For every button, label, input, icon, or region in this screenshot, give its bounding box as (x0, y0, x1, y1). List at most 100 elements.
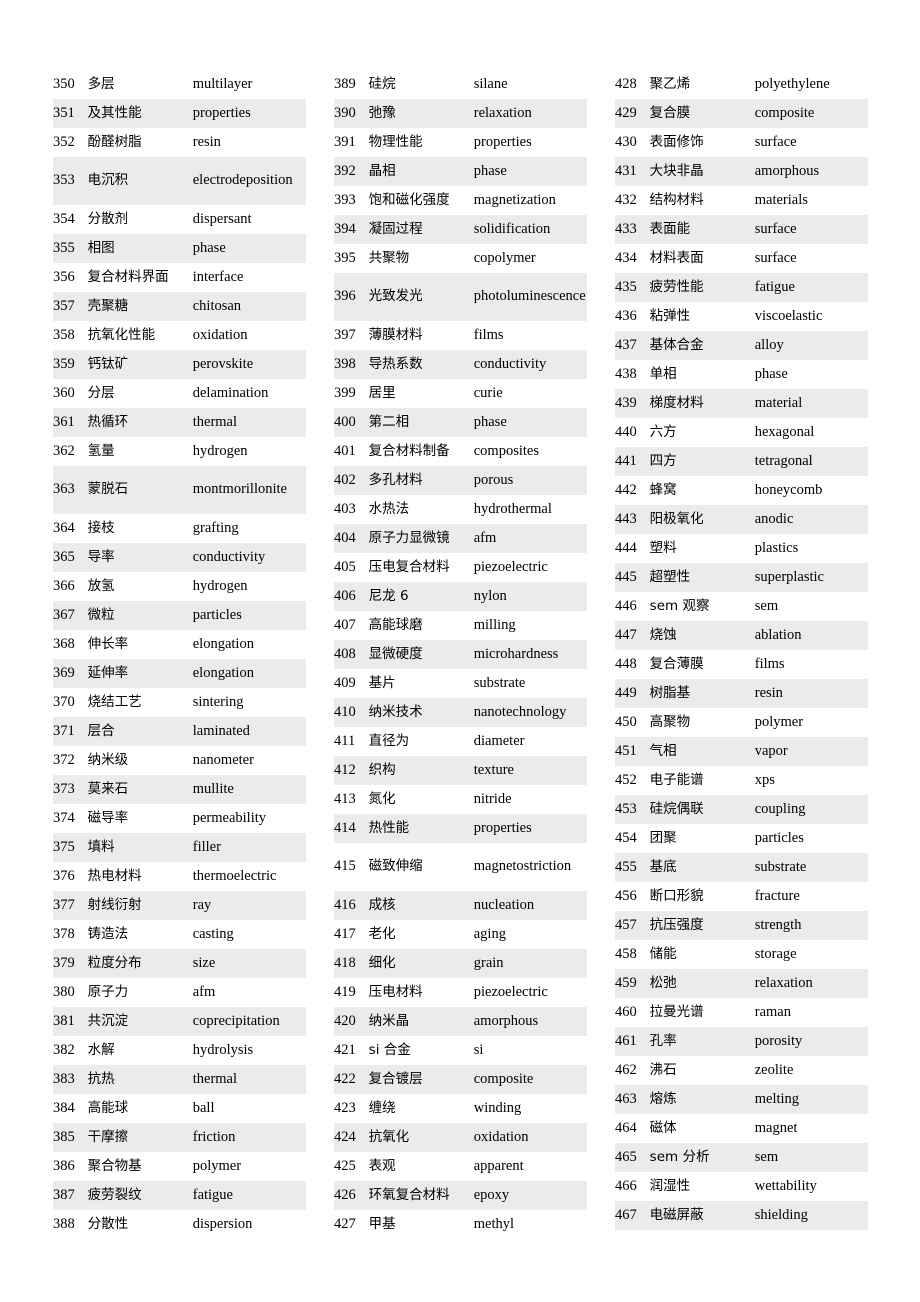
glossary-row: 362 氢量 hydrogen (53, 437, 306, 466)
term-chinese: 聚合物基 (87, 1157, 142, 1174)
term-chinese: 抗压强度 (649, 916, 704, 933)
entry-number: 422 (334, 1070, 356, 1087)
glossary-row: 427 甲基 methyl (334, 1210, 587, 1239)
term-english: hydrolysis (192, 1041, 254, 1058)
glossary-table-middle: 389 硅烷 silane 390 弛豫 relaxation 391 物理性能 propert… (334, 70, 587, 1239)
glossary-row: 456 断口形貌 fracture (615, 882, 868, 911)
term-english: permeability (192, 809, 267, 826)
glossary-row: 381 共沉淀 coprecipitation (53, 1007, 306, 1036)
entry-number: 448 (615, 655, 637, 672)
entry-number: 456 (615, 887, 637, 904)
term-chinese: 放氢 (87, 577, 115, 594)
term-english: hydrogen (192, 442, 248, 459)
term-chinese: 酚醛树脂 (87, 133, 142, 150)
term-chinese: 疲劳裂纹 (87, 1186, 142, 1203)
glossary-row: 453 硅烷偶联 coupling (615, 795, 868, 824)
term-english: relaxation (473, 104, 532, 121)
glossary-row: 355 相图 phase (53, 234, 306, 263)
term-english: winding (473, 1099, 522, 1116)
term-english: properties (473, 819, 532, 836)
term-english: filler (192, 838, 221, 855)
entry-number: 442 (615, 481, 637, 498)
term-chinese: 热循环 (87, 413, 129, 430)
entry-number: 447 (615, 626, 637, 643)
term-english: magnet (754, 1119, 798, 1136)
glossary-row: 444 塑料 plastics (615, 534, 868, 563)
term-english: alloy (754, 336, 784, 353)
term-chinese: 单相 (649, 365, 677, 382)
glossary-row: 400 第二相 phase (334, 408, 587, 437)
term-chinese: 伸长率 (87, 635, 129, 652)
term-english: storage (754, 945, 797, 962)
term-english: elongation (192, 635, 254, 652)
term-english: amorphous (754, 162, 820, 179)
glossary-row: 363 蒙脱石 montmorillonite (53, 466, 306, 514)
term-english: relaxation (754, 974, 813, 991)
term-english: curie (473, 384, 503, 401)
term-english: chitosan (192, 297, 242, 314)
glossary-row: 465 sem 分析 sem (615, 1143, 868, 1172)
term-chinese: 热性能 (368, 819, 410, 836)
glossary-row: 452 电子能谱 xps (615, 766, 868, 795)
glossary-row: 379 粒度分布 size (53, 949, 306, 978)
term-english: oxidation (473, 1128, 529, 1145)
term-chinese: 分层 (87, 384, 115, 401)
entry-number: 404 (334, 529, 356, 546)
term-chinese: 铸造法 (87, 925, 129, 942)
glossary-row: 416 成核 nucleation (334, 891, 587, 920)
glossary-row: 411 直径为 diameter (334, 727, 587, 756)
glossary-row: 372 纳米级 nanometer (53, 746, 306, 775)
entry-number: 387 (53, 1186, 75, 1203)
entry-number: 414 (334, 819, 356, 836)
entry-number: 359 (53, 355, 75, 372)
glossary-row: 439 梯度材料 material (615, 389, 868, 418)
term-chinese: 润湿性 (649, 1177, 691, 1194)
term-english: microhardness (473, 645, 559, 662)
term-english: montmorillonite (192, 481, 287, 498)
glossary-row: 392 晶相 phase (334, 157, 587, 186)
glossary-row: 385 干摩擦 friction (53, 1123, 306, 1152)
entry-number: 453 (615, 800, 637, 817)
entry-number: 369 (53, 664, 75, 681)
entry-number: 449 (615, 684, 637, 701)
entry-number: 364 (53, 519, 75, 536)
term-english: thermal (192, 413, 238, 430)
term-english: casting (192, 925, 234, 942)
entry-number: 378 (53, 925, 75, 942)
term-chinese: 导热系数 (368, 355, 423, 372)
term-chinese: 多层 (87, 75, 115, 92)
term-chinese: 晶相 (368, 162, 396, 179)
term-chinese: 第二相 (368, 413, 410, 430)
glossary-row: 383 抗热 thermal (53, 1065, 306, 1094)
glossary-row: 401 复合材料制备 composites (334, 437, 587, 466)
term-english: properties (473, 133, 532, 150)
term-english: aging (473, 925, 506, 942)
glossary-table-left: 350 多层 multilayer 351 及其性能 properties 352 酚醛树脂 r… (53, 70, 306, 1239)
entry-number: 436 (615, 307, 637, 324)
entry-number: 394 (334, 220, 356, 237)
entry-number: 440 (615, 423, 637, 440)
glossary-row: 407 高能球磨 milling (334, 611, 587, 640)
term-chinese: 粘弹性 (649, 307, 691, 324)
glossary-row: 414 热性能 properties (334, 814, 587, 843)
entry-number: 402 (334, 471, 356, 488)
term-english: conductivity (473, 355, 547, 372)
term-chinese: 纳米级 (87, 751, 129, 768)
term-chinese: 老化 (368, 925, 396, 942)
term-chinese: 塑料 (649, 539, 677, 556)
term-english: tetragonal (754, 452, 813, 469)
term-english: dispersant (192, 210, 252, 227)
entry-number: 437 (615, 336, 637, 353)
term-chinese: 延伸率 (87, 664, 129, 681)
entry-number: 395 (334, 249, 356, 266)
glossary-row: 419 压电材料 piezoelectric (334, 978, 587, 1007)
glossary-row: 445 超塑性 superplastic (615, 563, 868, 592)
glossary-row: 409 基片 substrate (334, 669, 587, 698)
glossary-row: 412 织构 texture (334, 756, 587, 785)
term-english: strength (754, 916, 802, 933)
glossary-row: 455 基底 substrate (615, 853, 868, 882)
term-chinese: 氢量 (87, 442, 115, 459)
term-chinese: 疲劳性能 (649, 278, 704, 295)
term-english: hydrothermal (473, 500, 552, 517)
term-chinese: 接枝 (87, 519, 115, 536)
